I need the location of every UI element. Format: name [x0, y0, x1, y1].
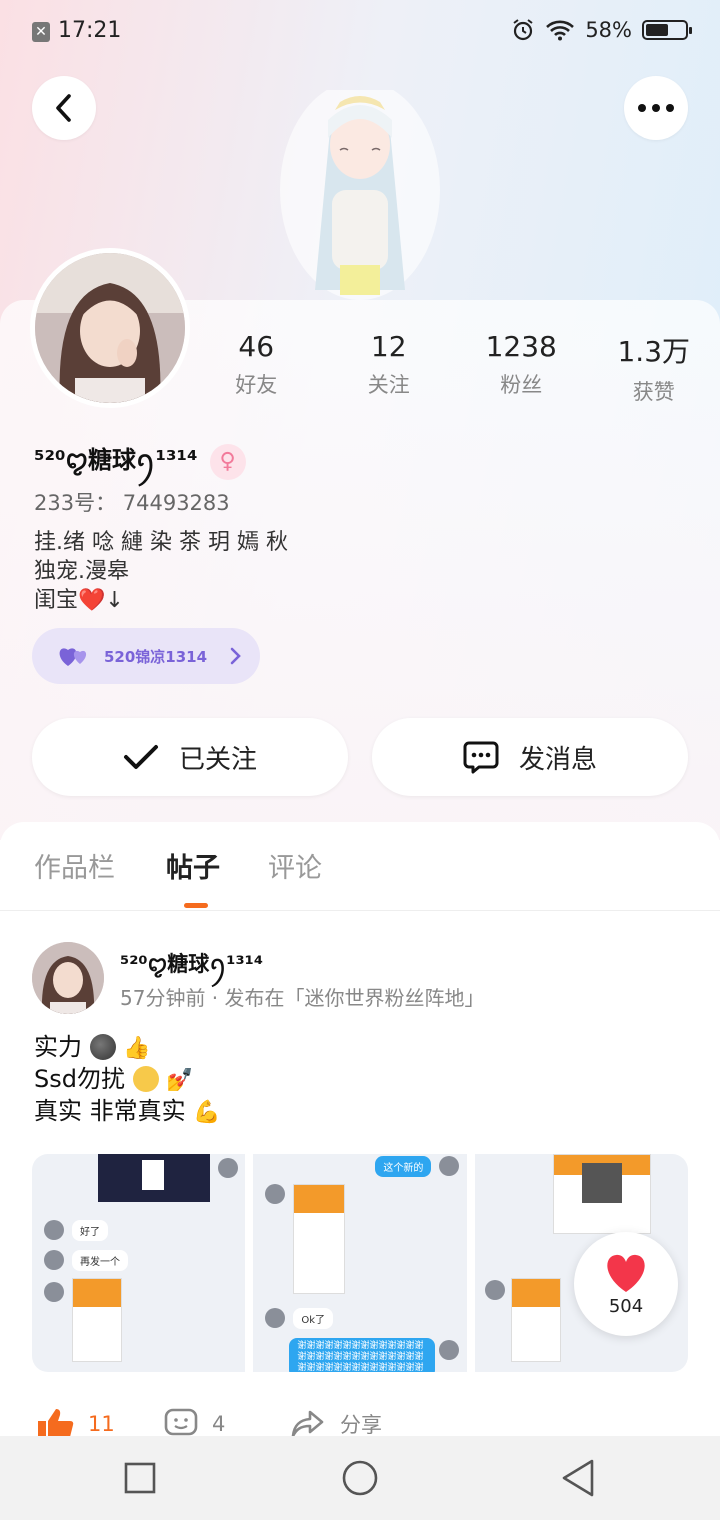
- nav-back-icon[interactable]: [558, 1458, 598, 1498]
- bio-line: 独宠.漫皋: [34, 559, 129, 584]
- stat-label: 获赞: [632, 380, 675, 404]
- wifi-icon: [546, 20, 575, 41]
- flexed-biceps-emoji: 💪: [193, 1100, 221, 1125]
- avatar-photo: [35, 253, 185, 403]
- stat-fans[interactable]: 1238 粉丝: [455, 330, 588, 406]
- follow-button-label: 已关注: [178, 744, 257, 775]
- bio-line: 闺宝❤️↓: [34, 588, 124, 613]
- like-count: 11: [88, 1412, 115, 1436]
- stat-value: 46: [238, 330, 275, 363]
- post-author-avatar[interactable]: [32, 942, 104, 1014]
- status-bar: ✕ 17:21 58%: [0, 0, 720, 64]
- notification-icon: ✕: [32, 22, 50, 42]
- tab-posts[interactable]: 帖子: [166, 846, 220, 885]
- nav-home-icon[interactable]: [340, 1458, 380, 1498]
- follow-button[interactable]: 已关注: [32, 718, 348, 796]
- post-line: Ssd勿扰: [34, 1065, 125, 1093]
- stat-label: 关注: [367, 373, 410, 397]
- nav-recents-icon[interactable]: [124, 1458, 156, 1498]
- post-line: 真实 非常真实: [34, 1097, 186, 1125]
- avatar-photo: [32, 942, 104, 1014]
- back-button[interactable]: [32, 76, 96, 140]
- bio-line: 挂.绪 唸 縺 染 茶 玥 嫣 秋: [34, 530, 288, 555]
- stat-following[interactable]: 12 关注: [323, 330, 456, 406]
- profile-bio: 挂.绪 唸 縺 染 茶 玥 嫣 秋 独宠.漫皋 闺宝❤️↓: [34, 528, 288, 615]
- stat-label: 好友: [235, 373, 278, 397]
- battery-icon: [642, 20, 692, 40]
- user-id: 233号： 74493283: [34, 491, 230, 515]
- chat-bubble: 好了: [72, 1220, 108, 1241]
- back-icon: [56, 94, 71, 122]
- profile-nickname: ⁵²⁰ꨄ糖球ꪆ¹³¹⁴ ♀: [34, 436, 246, 487]
- eye-roll-emoji: [132, 1066, 159, 1092]
- stat-value: 1238: [485, 330, 557, 363]
- share-label: 分享: [340, 1413, 382, 1437]
- partner-tag-label: 520锦凉1314: [104, 647, 208, 666]
- check-icon: [123, 745, 158, 769]
- post-meta: 57分钟前 · 发布在「迷你世界粉丝阵地」: [120, 986, 485, 1010]
- message-button[interactable]: 发消息: [372, 718, 688, 796]
- chat-bubble: Ok了: [293, 1308, 333, 1329]
- dark-moon-emoji: [89, 1034, 116, 1060]
- post-line: 实力: [34, 1033, 82, 1061]
- battery-percent: 58%: [585, 18, 632, 42]
- alarm-icon: [513, 19, 533, 41]
- comment-count: 4: [212, 1412, 226, 1436]
- chat-bubble: 再发一个: [72, 1250, 128, 1271]
- stat-value: 1.3万: [617, 335, 691, 368]
- thumbs-up-emoji: 👍: [123, 1036, 151, 1061]
- tab-works[interactable]: 作品栏: [34, 846, 115, 885]
- nickname-text: ⁵²⁰ꨄ糖球ꪆ¹³¹⁴: [34, 446, 198, 474]
- post-image[interactable]: 这个新的 Ok了 谢谢谢谢谢谢谢谢谢谢谢谢谢谢谢谢谢谢谢谢谢谢谢谢谢谢谢谢谢谢谢…: [253, 1154, 467, 1372]
- post-image[interactable]: 好了 再发一个: [32, 1154, 246, 1372]
- chat-bubble: 这个新的: [375, 1156, 432, 1177]
- chevron-right-icon: [230, 647, 241, 665]
- message-button-label: 发消息: [518, 744, 597, 775]
- heart-icon: [607, 1254, 645, 1292]
- hearts-icon: [59, 648, 87, 666]
- post-content: 实力 👍 Ssd勿扰 💅 真实 非常真实 💪: [34, 1032, 221, 1128]
- chat-icon: [463, 741, 499, 774]
- stat-value: 12: [370, 330, 407, 363]
- stat-label: 粉丝: [500, 373, 543, 397]
- stat-friends[interactable]: 46 好友: [190, 330, 323, 406]
- more-button[interactable]: [624, 76, 688, 140]
- heart-count: 504: [608, 1295, 644, 1317]
- chat-bubble: 谢谢谢谢谢谢谢谢谢谢谢谢谢谢谢谢谢谢谢谢谢谢谢谢谢谢谢谢谢谢谢谢谢谢谢谢谢谢谢谢…: [289, 1338, 436, 1372]
- active-tab-indicator: [184, 903, 208, 908]
- character-figure: [280, 90, 440, 300]
- status-time: 17:21: [58, 18, 122, 43]
- stat-likes[interactable]: 1.3万 获赞: [588, 330, 720, 406]
- nail-polish-emoji: 💅: [166, 1068, 194, 1093]
- profile-avatar[interactable]: [30, 248, 190, 408]
- more-icon: [638, 104, 674, 112]
- profile-stats: 46 好友 12 关注 1238 粉丝 1.3万 获赞: [190, 330, 720, 406]
- female-icon: ♀: [209, 443, 246, 480]
- tab-comments[interactable]: 评论: [268, 846, 322, 885]
- heart-reaction-button[interactable]: 504: [574, 1232, 678, 1336]
- partner-tag[interactable]: 520锦凉1314: [32, 628, 260, 684]
